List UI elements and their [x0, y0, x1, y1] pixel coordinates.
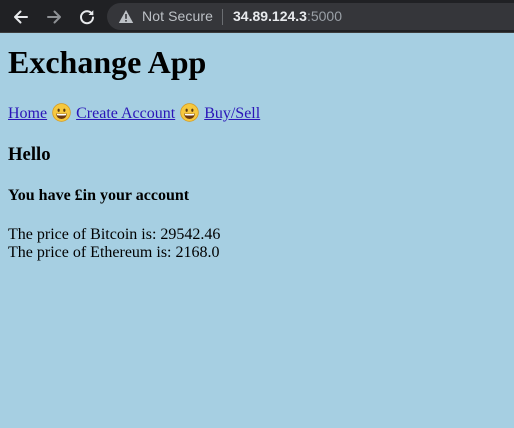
back-button[interactable]	[11, 7, 31, 27]
nav-link-home[interactable]: Home	[8, 105, 47, 122]
address-divider	[222, 9, 223, 25]
bitcoin-price: The price of Bitcoin is: 29542.46	[8, 226, 221, 243]
grinning-face-emoji-icon	[52, 103, 71, 122]
arrow-right-icon	[47, 10, 61, 24]
address-bar[interactable]: Not Secure 34.89.124.3:5000	[107, 3, 514, 30]
arrow-left-icon	[14, 10, 28, 24]
security-status-label[interactable]: Not Secure	[142, 8, 213, 24]
greeting-heading: Hello	[8, 144, 51, 165]
nav-link-create-account[interactable]: Create Account	[76, 105, 175, 122]
price-list: The price of Bitcoin is: 29542.46 The pr…	[8, 226, 506, 262]
grinning-face-emoji-icon	[180, 103, 199, 122]
page-content: Exchange App Home Create Account Buy/Sel…	[8, 33, 506, 262]
ethereum-price: The price of Ethereum is: 2168.0	[8, 244, 220, 261]
url-text[interactable]: 34.89.124.3:5000	[233, 8, 342, 24]
url-host: 34.89.124.3	[233, 8, 307, 24]
nav-link-buy-sell[interactable]: Buy/Sell	[204, 105, 260, 122]
forward-button[interactable]	[44, 7, 64, 27]
reload-button[interactable]	[77, 7, 97, 27]
warning-triangle-icon	[118, 10, 134, 23]
reload-icon	[80, 10, 94, 25]
url-port: :5000	[306, 8, 343, 24]
browser-toolbar: Not Secure 34.89.124.3:5000	[0, 0, 514, 33]
nav-links: Home Create Account Buy/Sell	[8, 103, 506, 125]
balance-heading: You have £in your account	[8, 187, 190, 204]
page-title: Exchange App	[8, 44, 207, 80]
